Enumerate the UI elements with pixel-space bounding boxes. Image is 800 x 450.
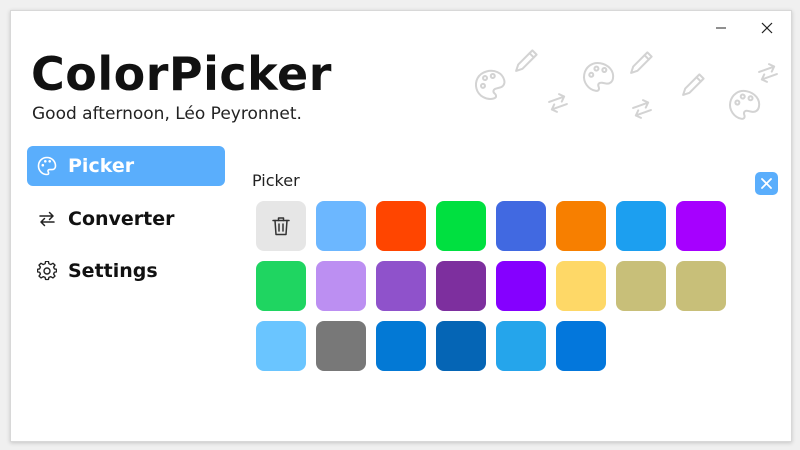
swap-arrows-icon — [632, 99, 652, 119]
swap-arrows-icon — [758, 63, 778, 83]
gear-icon — [37, 261, 57, 281]
close-icon — [761, 22, 773, 34]
sidebar-nav: Picker Converter Settings — [27, 146, 225, 304]
color-swatch[interactable] — [256, 321, 306, 371]
nav-item-label: Settings — [68, 260, 158, 282]
color-swatch[interactable] — [316, 261, 366, 311]
color-swatch[interactable] — [436, 201, 486, 251]
color-swatch[interactable] — [496, 201, 546, 251]
close-picker-button[interactable] — [755, 172, 778, 195]
color-swatch[interactable] — [496, 321, 546, 371]
nav-item-picker[interactable]: Picker — [27, 146, 225, 186]
close-icon — [761, 178, 772, 189]
app-window: ColorPicker Good afternoon, Léo Peyronne… — [10, 10, 792, 442]
palette-icon — [37, 156, 57, 176]
color-swatch[interactable] — [316, 321, 366, 371]
palette-icon — [475, 69, 506, 100]
decorative-icons — [475, 49, 778, 120]
color-swatch[interactable] — [676, 201, 726, 251]
picker-section-title: Picker — [252, 171, 300, 190]
color-swatch[interactable] — [316, 201, 366, 251]
color-swatch[interactable] — [436, 261, 486, 311]
trash-icon — [272, 217, 290, 236]
delete-colors-button[interactable] — [256, 201, 306, 251]
swap-arrows-icon — [39, 211, 55, 226]
color-swatch[interactable] — [616, 261, 666, 311]
color-swatch[interactable] — [556, 321, 606, 371]
swap-arrows-icon — [548, 93, 568, 113]
close-window-button[interactable] — [752, 17, 782, 39]
color-swatch[interactable] — [616, 201, 666, 251]
palette-icon — [583, 61, 615, 92]
pencil-icon — [630, 51, 653, 74]
nav-item-label: Converter — [68, 207, 175, 230]
color-swatch[interactable] — [676, 261, 726, 311]
color-swatch[interactable] — [496, 261, 546, 311]
greeting-text: Good afternoon, Léo Peyronnet. — [32, 104, 302, 124]
minimize-button[interactable] — [706, 17, 736, 39]
pencil-icon — [682, 73, 705, 96]
pencil-icon — [515, 49, 538, 72]
palette-icon — [729, 89, 761, 120]
color-swatch[interactable] — [376, 201, 426, 251]
color-swatch[interactable] — [556, 261, 606, 311]
color-swatch[interactable] — [376, 321, 426, 371]
color-swatch[interactable] — [436, 321, 486, 371]
nav-item-converter[interactable]: Converter — [27, 199, 225, 239]
color-swatch[interactable] — [376, 261, 426, 311]
color-swatch[interactable] — [556, 201, 606, 251]
color-swatch[interactable] — [256, 261, 306, 311]
app-title: ColorPicker — [31, 47, 332, 101]
minimize-icon — [716, 27, 726, 29]
nav-item-settings[interactable]: Settings — [27, 251, 225, 291]
nav-item-label: Picker — [68, 155, 135, 177]
